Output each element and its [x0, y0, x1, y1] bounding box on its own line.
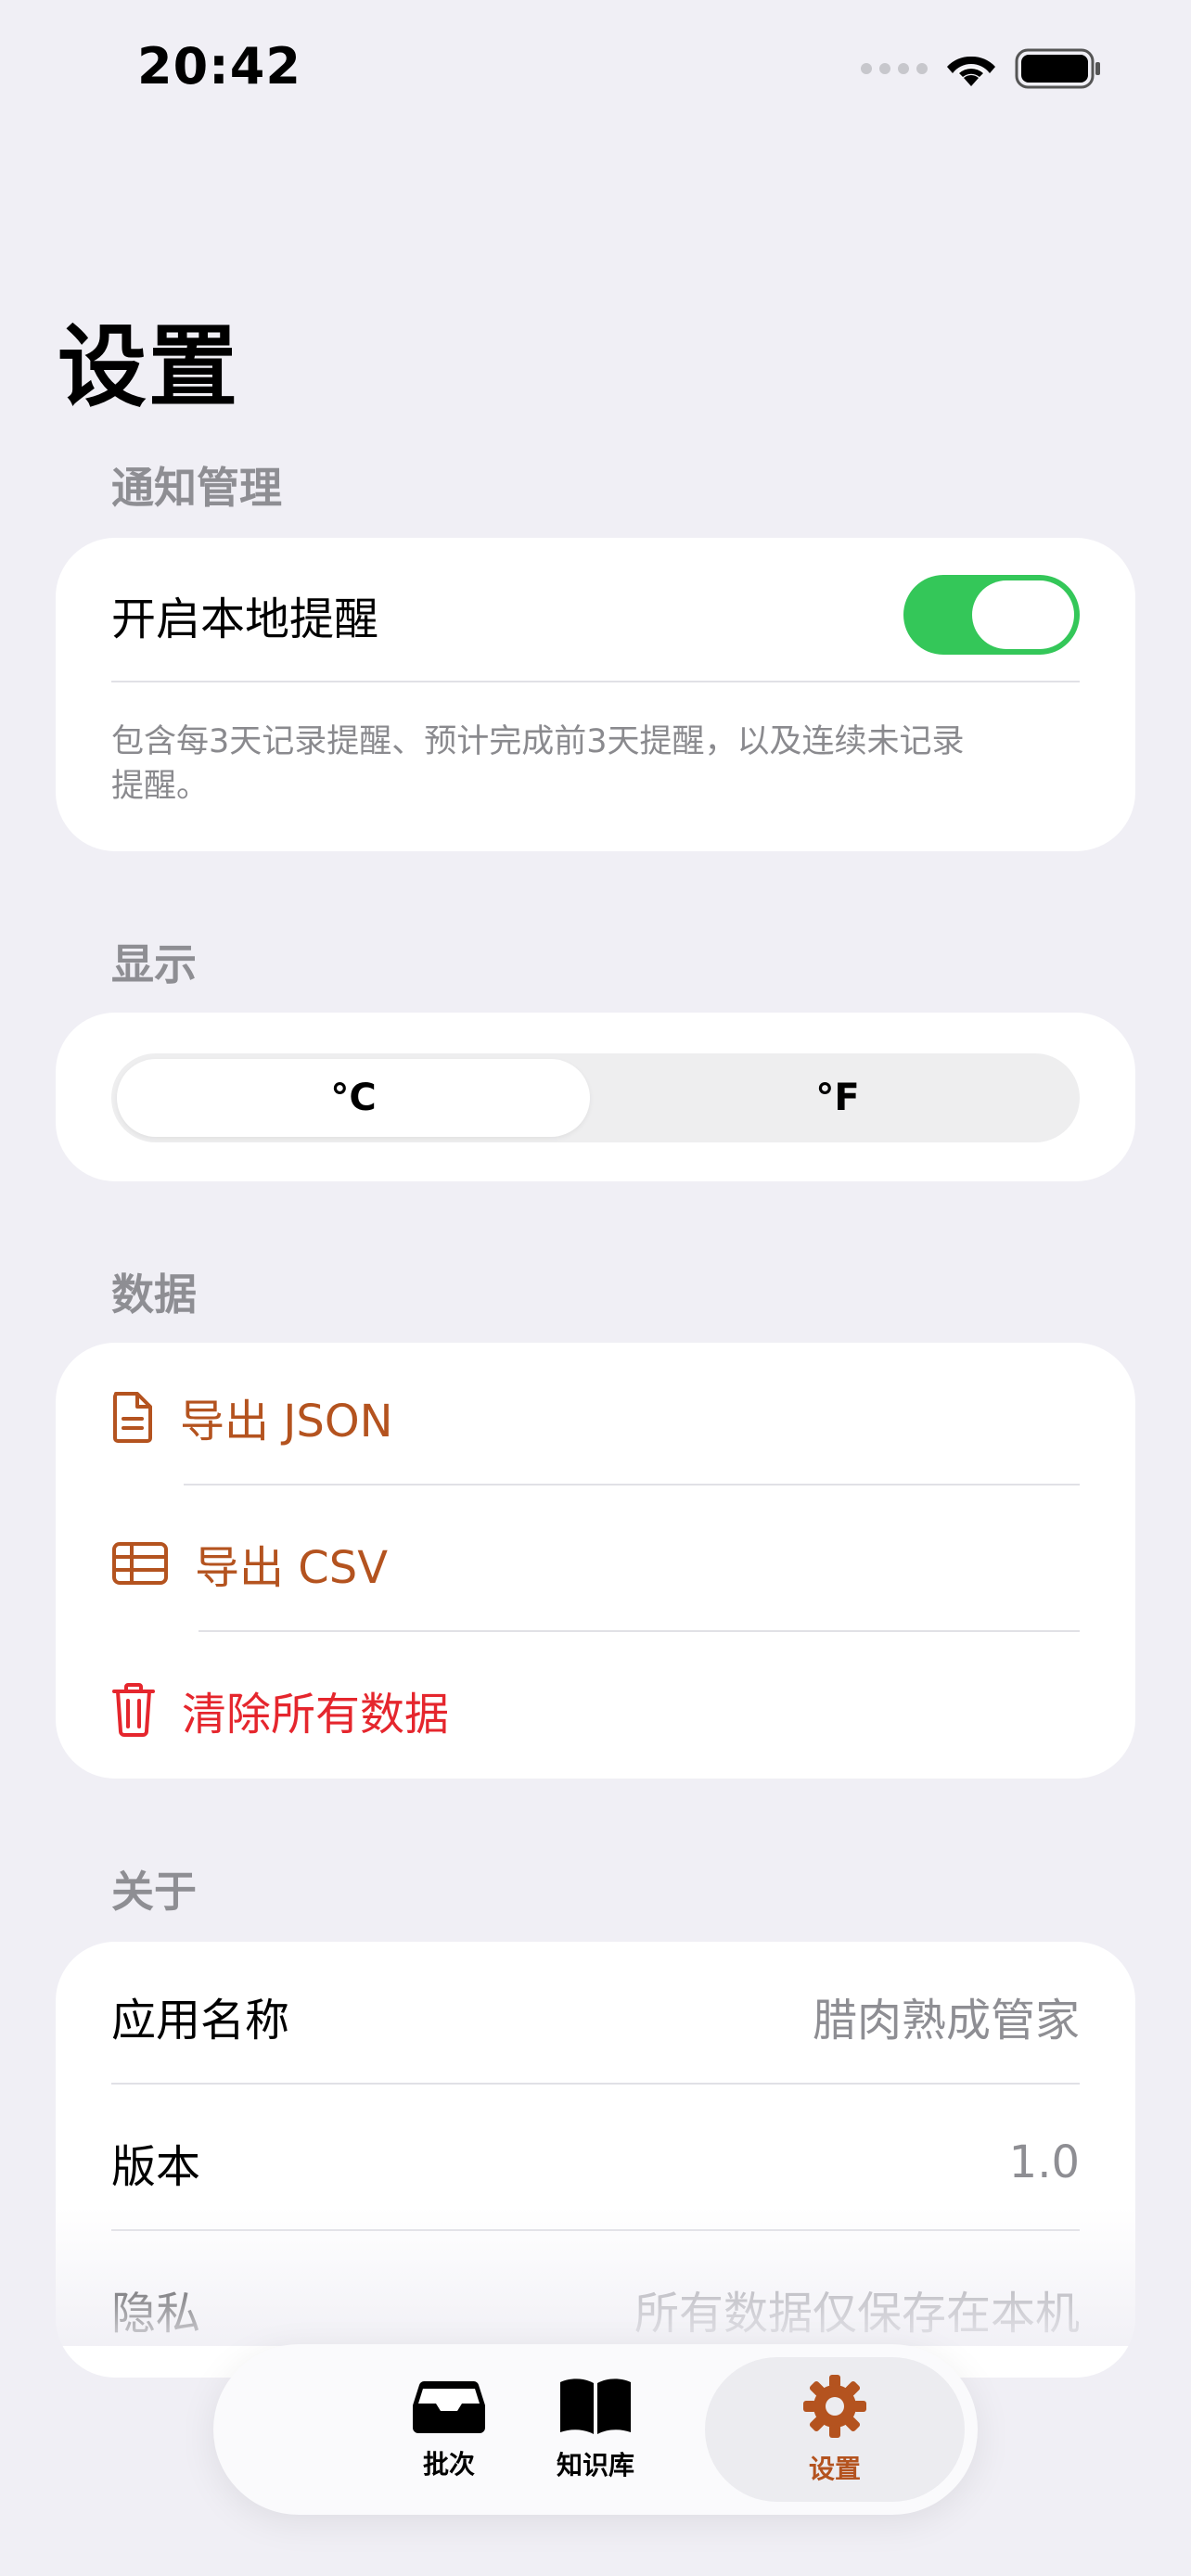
tab-bar: 批次 知识库 设置 — [213, 2344, 978, 2515]
clear-all-data-row[interactable]: 清除所有数据 — [111, 1664, 1080, 1756]
trash-icon — [112, 1683, 155, 1737]
section-header-data: 数据 — [111, 1269, 197, 1320]
about-row-value: 所有数据仅保存在本机 — [634, 2288, 1080, 2340]
about-row-label: 应用名称 — [111, 1995, 290, 2047]
about-row: 版本 1.0 — [111, 2116, 1080, 2209]
section-header-about: 关于 — [111, 1867, 197, 1917]
export-csv-row[interactable]: 导出 CSV — [111, 1517, 1080, 1610]
tab-label: 知识库 — [556, 2450, 634, 2480]
notification-toggle[interactable] — [903, 575, 1080, 655]
divider — [184, 1484, 1080, 1486]
page-title: 设置 — [58, 315, 239, 419]
status-time: 20:42 — [137, 37, 301, 96]
tab-label: 批次 — [422, 2449, 475, 2480]
settings-screen: 20:42 设置 通知管理 开启本地提醒 包含每3天记录提醒、预计完成前3天提醒… — [0, 0, 1191, 2576]
battery-icon — [1015, 48, 1100, 89]
table-icon — [112, 1542, 168, 1585]
book-icon — [560, 2378, 631, 2434]
segment-celsius[interactable]: °C — [117, 1059, 590, 1137]
about-row-label: 隐私 — [111, 2288, 201, 2340]
segment-fahrenheit[interactable]: °F — [601, 1059, 1074, 1137]
divider — [111, 681, 1080, 682]
status-icons — [861, 48, 1102, 89]
temperature-unit-segmented-control: °C °F — [111, 1053, 1080, 1142]
tab-label: 设置 — [808, 2454, 861, 2484]
document-icon — [113, 1392, 152, 1443]
notifications-card: 开启本地提醒 包含每3天记录提醒、预计完成前3天提醒，以及连续未记录提醒。 — [56, 538, 1135, 851]
divider — [198, 1630, 1080, 1632]
about-row: 应用名称 腊肉熟成管家 — [111, 1970, 1080, 2062]
notification-toggle-row: 开启本地提醒 — [111, 566, 1080, 664]
about-row: 隐私 所有数据仅保存在本机 — [111, 2263, 1080, 2355]
display-card: °C °F — [56, 1013, 1135, 1181]
cellular-signal-icon — [861, 63, 928, 74]
section-header-display: 显示 — [111, 939, 197, 989]
about-card: 应用名称 腊肉熟成管家 版本 1.0 隐私 所有数据仅保存在本机 — [56, 1942, 1135, 2378]
wifi-icon — [947, 56, 995, 86]
divider — [111, 2229, 1080, 2231]
notification-toggle-label: 开启本地提醒 — [111, 593, 379, 645]
toggle-knob — [972, 580, 1074, 649]
export-json-row[interactable]: 导出 JSON — [111, 1371, 1080, 1463]
section-header-notifications: 通知管理 — [111, 463, 282, 513]
notification-footnote: 包含每3天记录提醒、预计完成前3天提醒，以及连续未记录提醒。 — [111, 723, 965, 805]
export-json-label: 导出 JSON — [180, 1396, 393, 1447]
about-row-value: 1.0 — [1008, 2136, 1080, 2188]
data-card: 导出 JSON 导出 CSV 清除所有数据 — [56, 1343, 1135, 1779]
about-row-value: 腊肉熟成管家 — [812, 1995, 1080, 2047]
export-csv-label: 导出 CSV — [195, 1542, 389, 1594]
divider — [111, 2083, 1080, 2085]
gear-icon — [803, 2375, 866, 2438]
tab-knowledge-base[interactable]: 知识库 — [475, 2357, 716, 2502]
clear-all-data-label: 清除所有数据 — [182, 1689, 450, 1741]
about-row-label: 版本 — [111, 2141, 201, 2193]
tab-settings[interactable]: 设置 — [705, 2357, 965, 2502]
